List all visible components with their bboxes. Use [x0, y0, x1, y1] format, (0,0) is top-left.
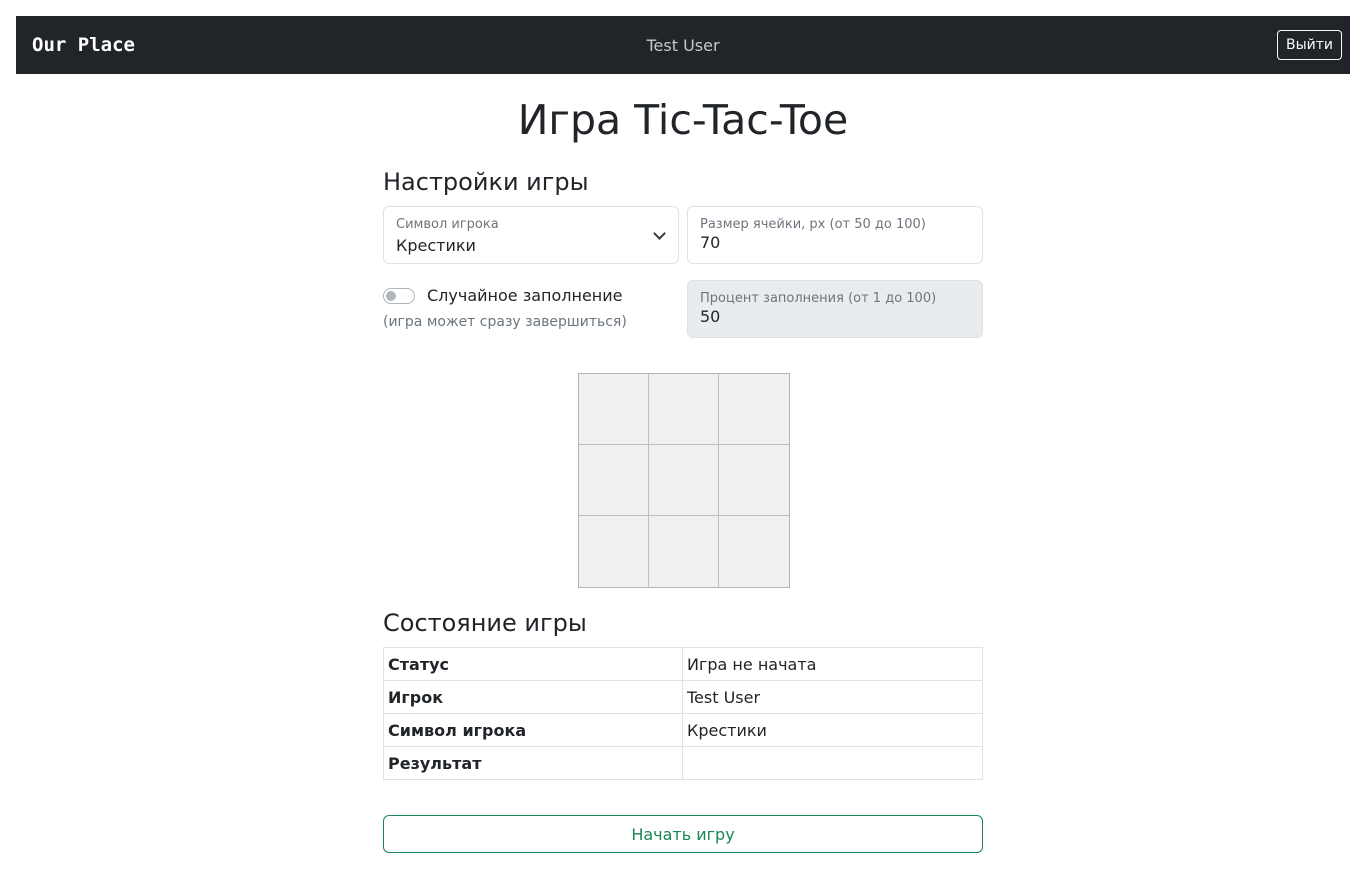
page-title: Игра Tic-Tac-Toe: [517, 96, 849, 144]
cell-size-input[interactable]: Размер ячейки, px (от 50 до 100) 70: [687, 206, 983, 264]
board-cell[interactable]: [649, 445, 719, 516]
random-fill-toggle[interactable]: [383, 288, 415, 304]
cell-size-label: Размер ячейки, px (от 50 до 100): [700, 217, 926, 232]
logout-button[interactable]: Выйти: [1276, 30, 1342, 60]
state-heading: Состояние игры: [383, 609, 587, 637]
fill-percent-label: Процент заполнения (от 1 до 100): [700, 291, 937, 306]
state-value: Игра не начата: [682, 647, 983, 681]
settings-heading: Настройки игры: [383, 168, 589, 196]
table-row: Результат: [383, 746, 983, 780]
start-game-button[interactable]: Начать игру: [383, 815, 983, 853]
table-row: Символ игрока Крестики: [383, 713, 983, 747]
random-fill-label[interactable]: Случайное заполнение: [427, 286, 623, 305]
state-key: Результат: [383, 746, 683, 780]
fill-percent-input[interactable]: Процент заполнения (от 1 до 100) 50: [687, 280, 983, 338]
state-key: Игрок: [383, 680, 683, 714]
board-cell[interactable]: [579, 516, 649, 587]
player-symbol-select[interactable]: Символ игрока Крестики: [383, 206, 679, 264]
board-cell[interactable]: [719, 516, 789, 587]
fill-percent-value: 50: [700, 307, 721, 326]
board-cell[interactable]: [579, 374, 649, 445]
player-symbol-value: Крестики: [396, 236, 476, 255]
brand-logo[interactable]: Our Place: [32, 34, 135, 56]
random-fill-hint: (игра может сразу завершиться): [383, 314, 627, 330]
state-value: Крестики: [682, 713, 983, 747]
board-cell[interactable]: [649, 374, 719, 445]
state-value: [682, 746, 983, 780]
state-key: Статус: [383, 647, 683, 681]
board-cell[interactable]: [719, 445, 789, 516]
table-row: Игрок Test User: [383, 680, 983, 714]
board-cell[interactable]: [649, 516, 719, 587]
state-value: Test User: [682, 680, 983, 714]
cell-size-value: 70: [700, 233, 721, 252]
player-symbol-label: Символ игрока: [396, 217, 499, 232]
board-cell[interactable]: [719, 374, 789, 445]
current-user-name: Test User: [646, 35, 720, 55]
board-cell[interactable]: [579, 445, 649, 516]
navbar: Our Place Test User Выйти: [16, 16, 1350, 74]
table-row: Статус Игра не начата: [383, 647, 983, 681]
toggle-knob: [386, 291, 396, 301]
game-state-table: Статус Игра не начата Игрок Test User Си…: [383, 647, 983, 780]
game-board: [578, 373, 790, 588]
state-key: Символ игрока: [383, 713, 683, 747]
